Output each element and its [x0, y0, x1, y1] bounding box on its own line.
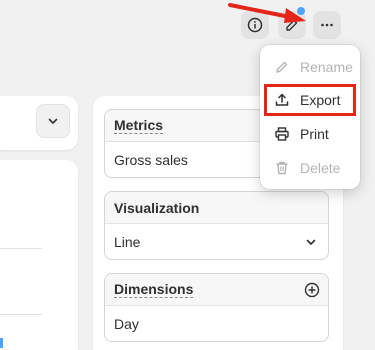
menu-item-label: Export — [300, 92, 341, 108]
chevron-down-icon — [306, 239, 316, 245]
menu-item-delete[interactable]: Delete — [264, 152, 356, 184]
collapse-button[interactable] — [36, 104, 70, 138]
visualization-header: Visualization — [105, 192, 328, 224]
menu-item-label: Rename — [300, 59, 353, 75]
printer-icon — [275, 127, 289, 141]
chevron-down-icon — [48, 118, 58, 124]
menu-item-label: Delete — [300, 160, 341, 176]
more-actions-button[interactable] — [313, 11, 341, 39]
menu-item-rename[interactable]: Rename — [264, 51, 356, 83]
visualization-group: Visualization Line — [104, 191, 329, 260]
dimensions-value: Day — [114, 315, 139, 332]
visualization-select[interactable]: Line — [105, 224, 328, 259]
dimensions-title: Dimensions — [114, 281, 194, 298]
upload-icon — [275, 93, 289, 106]
menu-item-export[interactable]: Export — [264, 84, 356, 116]
dimensions-header: Dimensions — [105, 274, 328, 306]
divider — [0, 314, 42, 315]
menu-item-label: Print — [300, 126, 329, 142]
chart-fragment — [0, 338, 3, 348]
top-bar — [0, 0, 375, 50]
trash-icon — [276, 161, 288, 175]
metrics-title: Metrics — [114, 117, 164, 134]
menu-item-print[interactable]: Print — [264, 118, 356, 150]
divider — [0, 248, 42, 249]
metrics-value: Gross sales — [114, 151, 188, 168]
more-actions-menu: Rename Export Print Delete — [260, 45, 360, 189]
visualization-value: Line — [114, 233, 141, 250]
annotation-arrow-icon — [228, 3, 306, 23]
ellipsis-icon — [321, 23, 333, 27]
pencil-icon — [276, 61, 288, 73]
left-content-card — [0, 160, 78, 350]
dimensions-select[interactable]: Day — [105, 306, 328, 341]
dimensions-group: Dimensions Day — [104, 273, 329, 342]
add-dimension-icon[interactable] — [304, 282, 320, 298]
visualization-title: Visualization — [114, 199, 200, 216]
